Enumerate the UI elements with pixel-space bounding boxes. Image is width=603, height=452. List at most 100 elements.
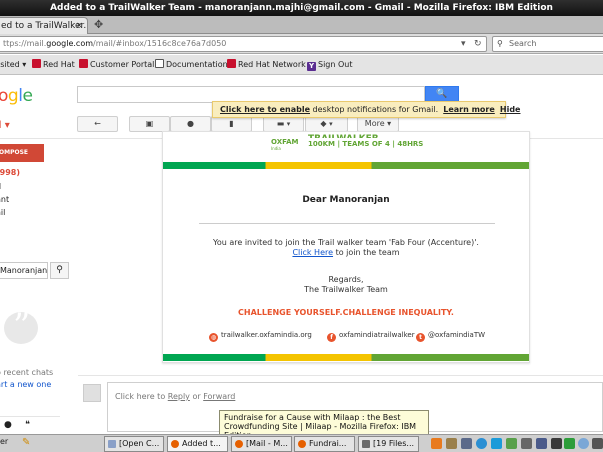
- tray-app-icon[interactable]: [551, 438, 562, 449]
- bookmark-most-visited[interactable]: isited ▾: [0, 55, 26, 75]
- reload-icon[interactable]: ↻: [474, 37, 482, 51]
- bookmark-red-hat-network[interactable]: Red Hat Network: [227, 55, 306, 75]
- tray-app-icon[interactable]: [491, 438, 502, 449]
- tab-close-icon[interactable]: ×: [75, 18, 83, 34]
- reply-link[interactable]: Reply: [168, 392, 190, 401]
- bookmarks-toolbar: isited ▾ Red Hat Customer Portal Documen…: [0, 55, 603, 75]
- nav-sent-mail[interactable]: ail: [0, 208, 5, 217]
- archive-button[interactable]: ▣: [129, 116, 170, 132]
- red-hat-icon: [32, 59, 41, 68]
- hangouts-search-button[interactable]: ⚲: [50, 262, 69, 279]
- url-bar[interactable]: ttps://mail.google.com/mail/#inbox/1516c…: [0, 36, 487, 52]
- forward-link[interactable]: Forward: [203, 392, 235, 401]
- tray-app-icon[interactable]: [506, 438, 517, 449]
- taskbar-item-added[interactable]: Added t...: [167, 436, 228, 452]
- taskbar-item-fundraise[interactable]: Fundrai...: [294, 436, 355, 452]
- tray-app-icon[interactable]: [521, 438, 532, 449]
- taskbar-item-files[interactable]: [19 Files...: [358, 436, 419, 452]
- quick-launch-icon[interactable]: ✎: [22, 437, 30, 448]
- reply-prefix: Click here to: [115, 392, 168, 401]
- person-icon[interactable]: ●: [4, 420, 12, 430]
- nav-important[interactable]: ant: [0, 195, 9, 204]
- back-button[interactable]: ←: [77, 116, 118, 132]
- color-stripe-top: [163, 162, 529, 169]
- desktop-notification-banner: Click here to enable desktop notificatio…: [212, 101, 520, 118]
- enable-notifications-link[interactable]: Click here to enable: [220, 105, 310, 114]
- document-icon: [155, 59, 164, 68]
- oxfam-subtitle: India: [271, 146, 281, 151]
- url-path: /mail/#inbox/1516c8ce76a7d050: [93, 39, 227, 48]
- folder-icon: ▬: [276, 119, 285, 128]
- red-hat-icon: [79, 59, 88, 68]
- nav-starred[interactable]: d: [0, 182, 1, 191]
- checkmark-icon[interactable]: [564, 438, 575, 449]
- chevron-down-icon: ▾: [329, 120, 333, 128]
- bookmark-label: Red Hat: [43, 60, 75, 69]
- bookmark-label: Customer Portal: [90, 60, 155, 69]
- browser-tab-active[interactable]: ed to a TrailWalker... ×: [0, 17, 88, 34]
- magnifier-icon: ⚲: [497, 39, 503, 48]
- chat-bubble-icon[interactable]: ❝: [25, 420, 30, 430]
- google-logo[interactable]: ogle: [0, 86, 33, 106]
- search-icon: 🔍: [436, 89, 448, 99]
- network-icon[interactable]: [578, 438, 589, 449]
- tray-app-icon[interactable]: [476, 438, 487, 449]
- browser-search-box[interactable]: ⚲ Search: [492, 36, 603, 52]
- red-hat-icon: [227, 59, 236, 68]
- trash-icon: ▮: [229, 119, 234, 128]
- bookmark-documentation[interactable]: Documentation: [155, 55, 228, 75]
- taskbar-item-open[interactable]: [Open C...: [104, 436, 164, 452]
- bookmark-label: Sign Out: [318, 60, 353, 69]
- gmail-app: ogle 🔍 il ▾ ← ▣ ● ▮ ▬ ▾ ◆ ▾ More ▾ Click…: [0, 76, 603, 440]
- facebook-link[interactable]: f oxfamindiatrailwalker: [327, 331, 415, 342]
- bookmark-customer-portal[interactable]: Customer Portal: [79, 55, 154, 75]
- bookmark-sign-out[interactable]: Y Sign Out: [307, 55, 353, 75]
- delete-button[interactable]: ▮: [211, 116, 252, 132]
- card-divider: [199, 223, 495, 224]
- compose-button[interactable]: OMPOSE: [0, 144, 44, 162]
- hide-link[interactable]: Hide: [500, 105, 521, 114]
- tab-strip: ed to a TrailWalker... × ✥: [0, 16, 603, 34]
- website-link[interactable]: ◍ trailwalker.oxfamindia.org: [209, 331, 312, 342]
- twitter-link[interactable]: t @oxfamindiaTW: [416, 331, 485, 342]
- click-here-link[interactable]: Click Here: [292, 248, 333, 257]
- hangouts-search-input[interactable]: Manoranjan: [0, 262, 48, 279]
- reply-divider: [78, 375, 603, 376]
- label-icon: ◆: [320, 119, 327, 128]
- nav-inbox[interactable]: (998): [0, 168, 20, 177]
- globe-icon: ◍: [209, 333, 218, 342]
- twitter-text: @oxfamindiaTW: [428, 331, 486, 339]
- learn-more-link[interactable]: Learn more: [443, 105, 495, 114]
- bookmark-label: Red Hat Network: [238, 60, 306, 69]
- no-recent-chats-text: o recent chats: [0, 368, 54, 377]
- trailwalker-logo: TRAILWALKER: [308, 134, 423, 138]
- search-icon: ⚲: [56, 265, 63, 275]
- bookmark-red-hat[interactable]: Red Hat: [32, 55, 75, 75]
- tray-app-icon[interactable]: [446, 438, 457, 449]
- taskbar: er ✎ [Open C... Added t... [Mail - M... …: [0, 434, 603, 452]
- start-menu-label[interactable]: er: [0, 437, 8, 446]
- bookmark-label: Documentation: [166, 60, 228, 69]
- start-new-chat-link[interactable]: art a new one: [0, 380, 51, 389]
- challenge-slogan: CHALLENGE YOURSELF.CHALLENGE INEQUALITY.: [238, 308, 454, 317]
- volume-icon[interactable]: [592, 438, 603, 449]
- oxfam-name: OXFAM: [271, 138, 299, 146]
- window-title: Added to a TrailWalker Team - manoranjan…: [50, 3, 553, 13]
- gmail-menu[interactable]: il ▾: [0, 120, 10, 131]
- email-body: OXFAM India TRAILWALKER 100KM | TEAMS OF…: [162, 131, 530, 363]
- report-spam-button[interactable]: ●: [170, 116, 211, 132]
- new-tab-icon[interactable]: ✥: [94, 18, 103, 31]
- tray-app-icon[interactable]: [431, 438, 442, 449]
- url-prefix: ttps://mail.: [3, 39, 47, 48]
- tray-app-icon[interactable]: [536, 438, 547, 449]
- labels-button[interactable]: ◆ ▾: [305, 116, 348, 132]
- url-dropdown-icon[interactable]: ▾: [461, 37, 466, 51]
- tray-app-icon[interactable]: [461, 438, 472, 449]
- oxfam-logo: OXFAM India: [271, 138, 298, 151]
- color-stripe-bottom: [163, 354, 529, 361]
- taskbar-item-mail[interactable]: [Mail - M...: [231, 436, 292, 452]
- more-button[interactable]: More ▾: [357, 116, 399, 132]
- move-to-button[interactable]: ▬ ▾: [263, 116, 304, 132]
- twitter-icon: t: [416, 333, 425, 342]
- url-domain: google.com: [46, 39, 94, 48]
